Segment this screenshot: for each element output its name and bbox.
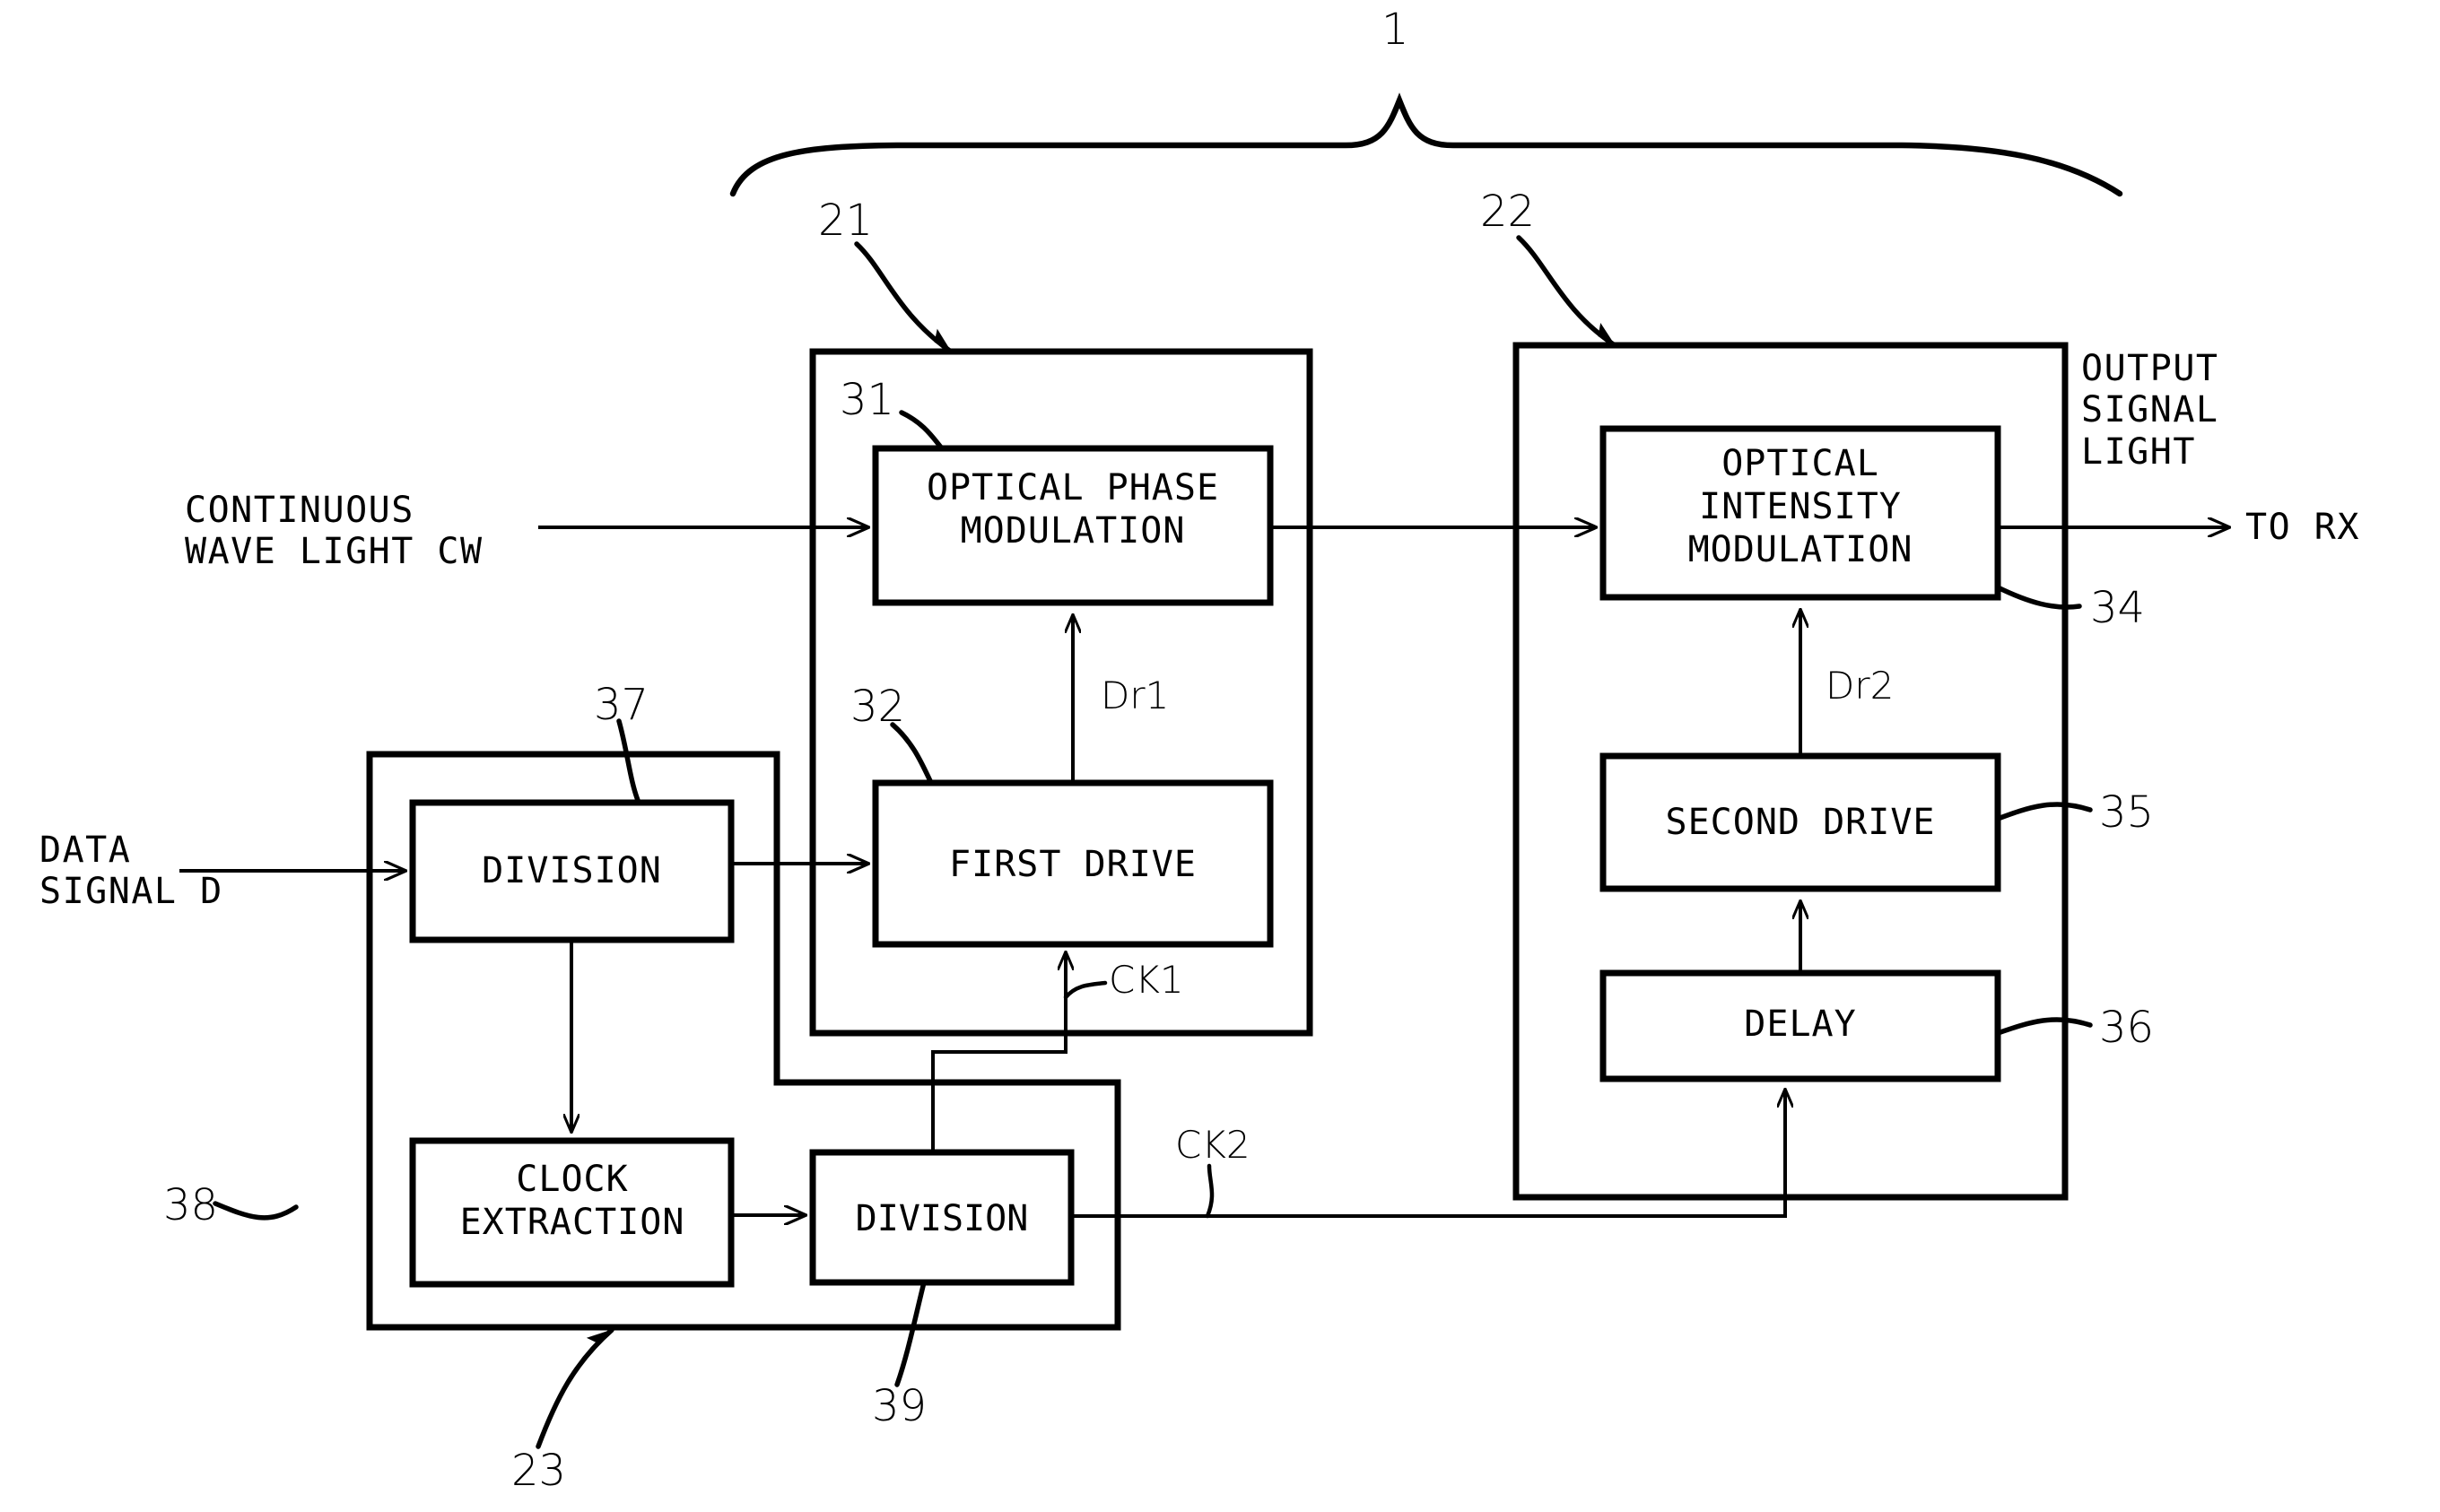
- ref-34: 34: [2090, 583, 2146, 633]
- path-ck1: [931, 952, 1066, 1152]
- leader-ck2: [1205, 1163, 1215, 1219]
- leader-37: [616, 718, 641, 805]
- block-39-label: DIVISION: [855, 1198, 1029, 1239]
- leader-31: [899, 410, 945, 451]
- ref-37: 37: [594, 680, 649, 730]
- leader-32: [890, 722, 934, 786]
- ref-21: 21: [818, 196, 874, 246]
- leader-21: [854, 241, 954, 354]
- output-dest-label: TO RX: [2245, 507, 2360, 548]
- block-32-label: FIRST DRIVE: [949, 844, 1197, 885]
- ref-32: 32: [850, 682, 906, 732]
- block-31-label: OPTICAL PHASE MODULATION: [926, 467, 1220, 552]
- block-34-label: OPTICAL INTENSITY MODULATION: [1687, 443, 1913, 570]
- leader-38: [213, 1201, 299, 1221]
- input-light-label: CONTINUOUS WAVE LIGHT CW: [185, 490, 484, 573]
- leader-39: [894, 1280, 927, 1387]
- leader-36: [1995, 1017, 2093, 1036]
- signal-dr1-label: Dr1: [1101, 673, 1170, 717]
- ref-1: 1: [1381, 4, 1409, 55]
- signal-ck1-label: CK1: [1109, 958, 1184, 1002]
- ref-35: 35: [2099, 787, 2155, 838]
- ref-31: 31: [840, 375, 895, 425]
- figure-canvas: CONTINUOUS WAVE LIGHT CW DATA SIGNAL D O…: [0, 0, 2440, 1512]
- leader-23: [536, 1327, 614, 1449]
- ref-38: 38: [163, 1180, 219, 1230]
- ref-36: 36: [2099, 1003, 2155, 1053]
- leader-35: [1995, 802, 2093, 821]
- signal-dr2-label: Dr2: [1826, 664, 1895, 708]
- diagram-line-layer: [179, 92, 2440, 1449]
- ref-23: 23: [511, 1446, 567, 1496]
- block-38-label: CLOCK EXTRACTION: [459, 1159, 685, 1243]
- input-data-label: DATA SIGNAL D: [39, 830, 223, 913]
- block-36-label: DELAY: [1744, 1004, 1857, 1045]
- block-37-label: DIVISION: [482, 850, 662, 891]
- ref-39: 39: [872, 1381, 928, 1431]
- signal-ck2-label: CK2: [1175, 1123, 1250, 1167]
- brace-reference-1: [729, 92, 2123, 197]
- output-light-label: OUTPUT SIGNAL LIGHT: [2081, 348, 2219, 473]
- leader-22: [1516, 235, 1617, 348]
- block-35-label: SECOND DRIVE: [1665, 802, 1936, 843]
- ref-22: 22: [1480, 187, 1536, 237]
- leader-ck1: [1063, 980, 1108, 1000]
